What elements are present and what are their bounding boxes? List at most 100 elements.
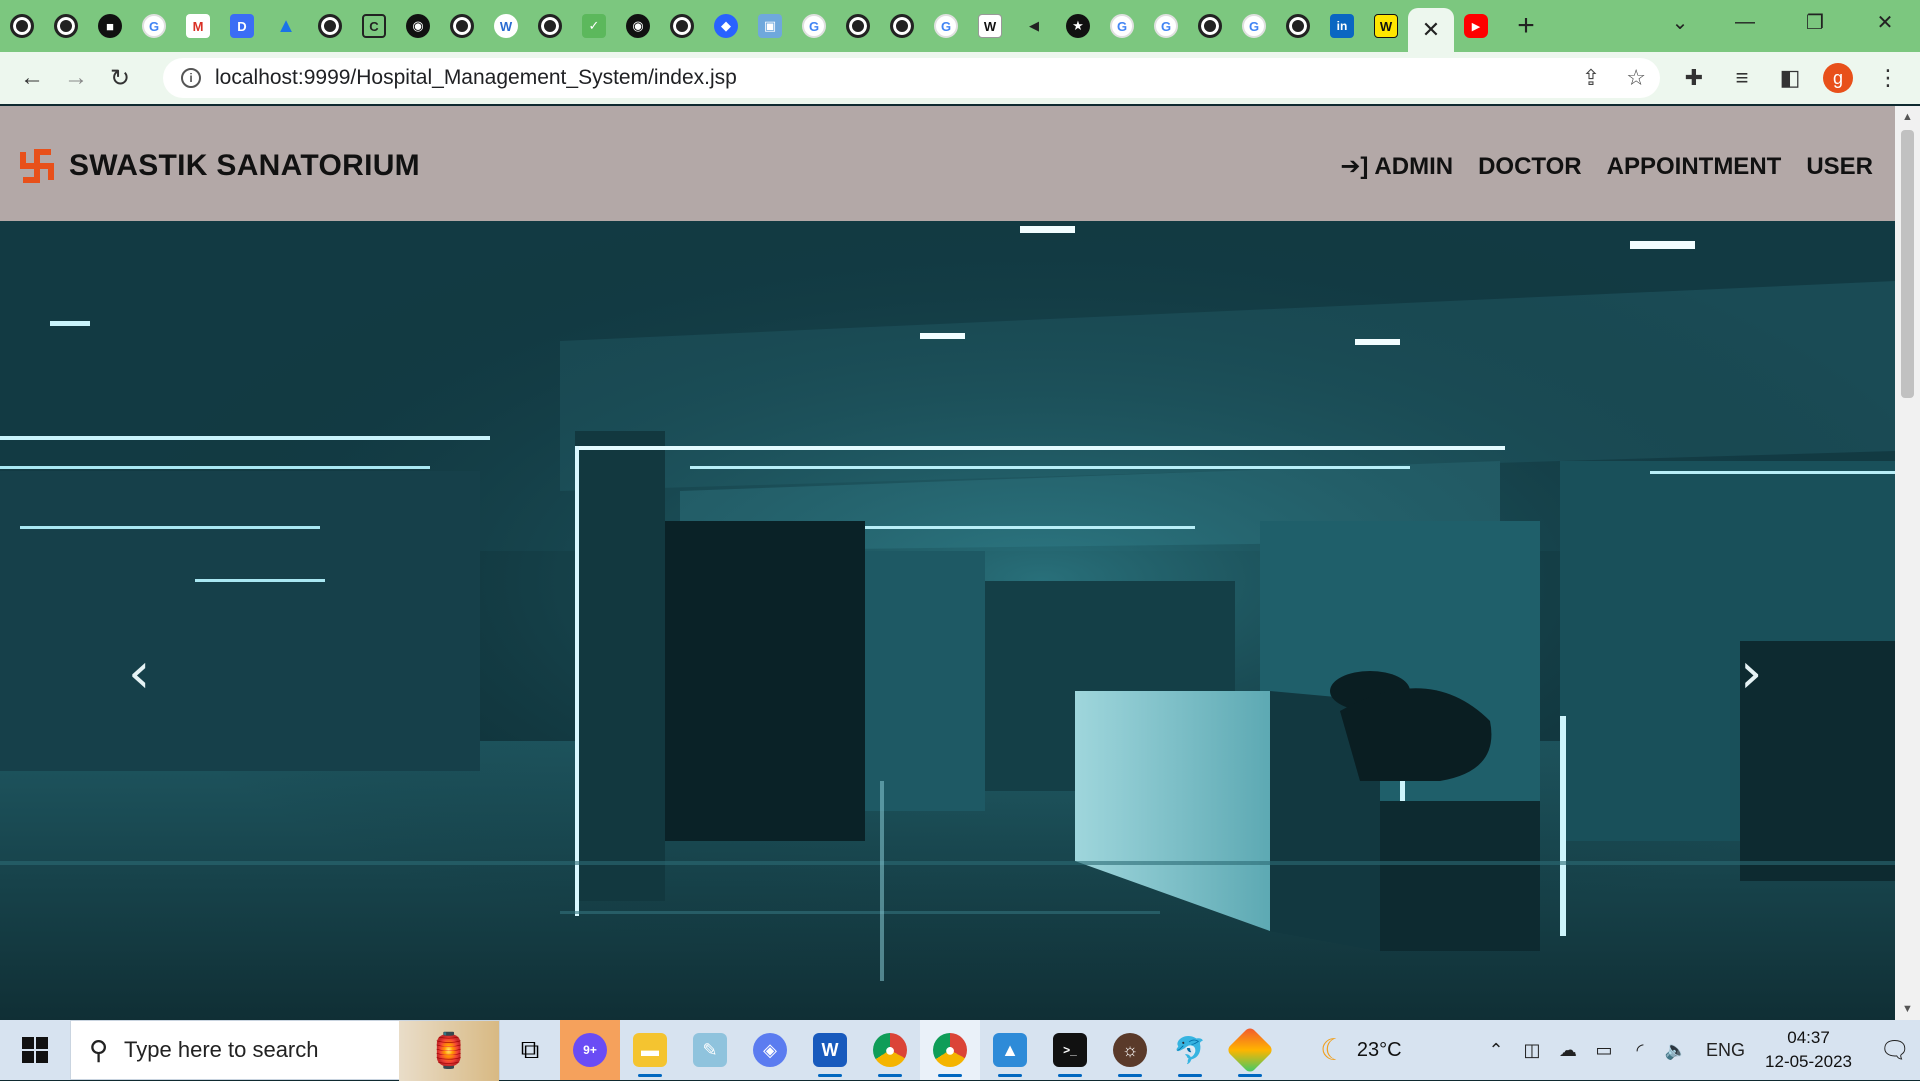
new-tab-button[interactable]: + <box>1506 0 1546 52</box>
tab[interactable]: ◆ <box>704 0 748 52</box>
clock-time: 04:37 <box>1787 1028 1830 1047</box>
tab[interactable]: W <box>968 0 1012 52</box>
nav-appointment[interactable]: APPOINTMENT <box>1607 153 1782 181</box>
wifi-icon[interactable]: ◜ <box>1622 1020 1658 1080</box>
mysql-icon[interactable]: 🐬 <box>1160 1020 1220 1080</box>
swastik-logo-icon <box>20 149 54 183</box>
forward-icon[interactable]: → <box>54 56 98 100</box>
nav-admin[interactable]: ➔] ADMIN <box>1340 152 1453 181</box>
minimize-icon[interactable]: — <box>1710 0 1780 44</box>
tab[interactable]: G <box>1100 0 1144 52</box>
page-scrollbar[interactable]: ▲ ▼ <box>1895 106 1920 1020</box>
speaker-icon: ◀ <box>1029 18 1039 33</box>
media-control-icon[interactable]: ≡ <box>1720 52 1764 104</box>
tab[interactable]: ▣ <box>748 0 792 52</box>
tab[interactable]: in <box>1320 0 1364 52</box>
nav-doctor[interactable]: DOCTOR <box>1478 153 1582 181</box>
globe-icon <box>10 14 34 38</box>
brand[interactable]: SWASTIK SANATORIUM <box>17 146 420 186</box>
tab[interactable] <box>1276 0 1320 52</box>
bookmark-star-icon[interactable]: ☆ <box>1626 65 1646 91</box>
tab[interactable] <box>660 0 704 52</box>
url-text[interactable]: localhost:9999/Hospital_Management_Syste… <box>215 66 737 90</box>
tab[interactable]: ◀ <box>1012 0 1056 52</box>
chrome-profile-icon[interactable]: ● <box>920 1020 980 1080</box>
tab[interactable]: ▶ <box>1454 0 1498 52</box>
carousel-next-icon[interactable]: › <box>1740 641 1762 706</box>
clock[interactable]: 04:37 12-05-2023 <box>1765 1026 1852 1074</box>
share-icon[interactable]: ⇪ <box>1582 65 1600 91</box>
volume-icon[interactable]: 🔈 <box>1658 1020 1694 1080</box>
tab[interactable]: ★ <box>1056 0 1100 52</box>
weather-widget[interactable]: ☾ 23°C <box>1320 1033 1402 1068</box>
tab[interactable]: G <box>792 0 836 52</box>
scroll-thumb[interactable] <box>1901 130 1914 398</box>
scroll-up-icon[interactable]: ▲ <box>1895 106 1920 128</box>
tab[interactable]: G <box>1232 0 1276 52</box>
chrome-icon[interactable]: ● <box>860 1020 920 1080</box>
copilot-icon[interactable]: ◈ <box>740 1020 800 1080</box>
tab[interactable]: G <box>924 0 968 52</box>
nav-user[interactable]: USER <box>1806 153 1873 181</box>
tab[interactable]: D <box>220 0 264 52</box>
close-tab-icon[interactable]: ✕ <box>1422 17 1440 43</box>
tab[interactable] <box>440 0 484 52</box>
site-info-icon[interactable]: i <box>181 68 201 88</box>
moon-icon: ☾ <box>1320 1033 1347 1067</box>
notification-icon[interactable]: 🗨 <box>1870 1020 1920 1080</box>
camera-icon[interactable]: ◫ <box>1514 1020 1550 1080</box>
terminal-icon[interactable]: >_ <box>1040 1020 1100 1080</box>
tab[interactable]: W <box>1364 0 1408 52</box>
tab[interactable] <box>880 0 924 52</box>
active-tab[interactable]: ✕ <box>1408 8 1454 52</box>
globe-icon <box>450 14 474 38</box>
taskbar-search-placeholder: Type here to search <box>124 1037 319 1062</box>
carousel-prev-icon[interactable]: ‹ <box>128 641 150 706</box>
web-page: SWASTIK SANATORIUM ➔] ADMIN DOCTOR APPOI… <box>0 106 1895 1020</box>
file-explorer-icon[interactable]: ▬ <box>620 1020 680 1080</box>
tab[interactable]: G <box>1144 0 1188 52</box>
browser-menu-icon[interactable]: ⋮ <box>1866 52 1910 104</box>
windows-start-icon[interactable] <box>0 1020 70 1080</box>
tab[interactable] <box>528 0 572 52</box>
tomcat-icon[interactable]: ☼ <box>1100 1020 1160 1080</box>
reload-icon[interactable]: ↻ <box>98 56 142 100</box>
close-window-icon[interactable]: ✕ <box>1850 0 1920 44</box>
battery-icon[interactable]: ▭ <box>1586 1020 1622 1080</box>
notepad-icon[interactable]: ✎ <box>680 1020 740 1080</box>
tab[interactable]: ◉ <box>616 0 660 52</box>
tab[interactable] <box>308 0 352 52</box>
linkedin-icon: in <box>1330 14 1354 38</box>
tab[interactable]: ▲ <box>264 0 308 52</box>
side-panel-icon[interactable]: ◧ <box>1768 52 1812 104</box>
profile-avatar[interactable]: g <box>1816 52 1860 104</box>
chevron-up-icon[interactable]: ⌃ <box>1478 1020 1514 1080</box>
tab[interactable]: ■ <box>88 0 132 52</box>
task-view-icon[interactable]: ⧉ <box>500 1020 560 1080</box>
word-icon[interactable]: W <box>800 1020 860 1080</box>
tab[interactable] <box>44 0 88 52</box>
tab[interactable]: W <box>484 0 528 52</box>
tab-search-icon[interactable]: ⌄ <box>1645 0 1715 44</box>
scroll-down-icon[interactable]: ▼ <box>1895 998 1920 1020</box>
chat-app-icon[interactable]: 9+ <box>560 1020 620 1080</box>
tab[interactable]: ✓ <box>572 0 616 52</box>
tab[interactable]: C <box>352 0 396 52</box>
tab[interactable]: M <box>176 0 220 52</box>
tab[interactable] <box>0 0 44 52</box>
address-bar[interactable]: i localhost:9999/Hospital_Management_Sys… <box>163 58 1660 98</box>
extensions-icon[interactable]: ✚ <box>1672 52 1716 104</box>
photos-icon[interactable]: ▲ <box>980 1020 1040 1080</box>
hospital-corridor-image <box>0 221 1895 1020</box>
back-icon[interactable]: ← <box>10 56 54 100</box>
restore-icon[interactable]: ❐ <box>1780 0 1850 44</box>
git-icon[interactable] <box>1220 1020 1280 1080</box>
language-indicator[interactable]: ENG <box>1706 1040 1745 1061</box>
tab[interactable] <box>836 0 880 52</box>
diamond-icon: ◆ <box>714 14 738 38</box>
taskbar-search[interactable]: ⚲ Type here to search 🏮 <box>70 1020 500 1081</box>
tab[interactable]: ◉ <box>396 0 440 52</box>
cloud-icon[interactable]: ☁ <box>1550 1020 1586 1080</box>
tab[interactable]: G <box>132 0 176 52</box>
tab[interactable] <box>1188 0 1232 52</box>
